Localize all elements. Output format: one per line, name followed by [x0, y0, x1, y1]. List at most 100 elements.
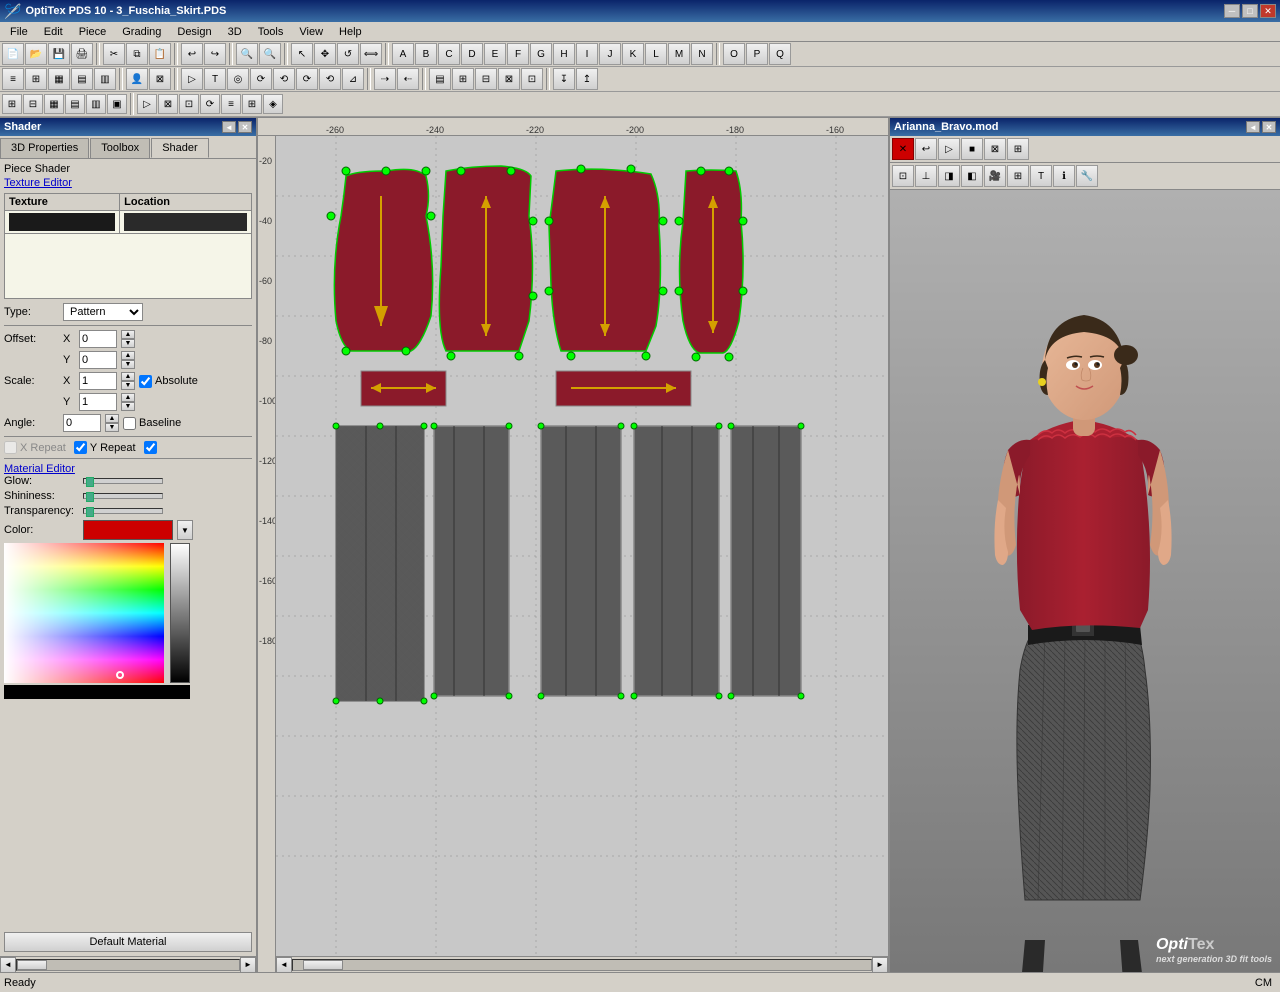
tab-3d-properties[interactable]: 3D Properties — [0, 138, 89, 158]
menu-grading[interactable]: Grading — [114, 24, 169, 40]
3d-tb-a[interactable]: ⊡ — [892, 165, 914, 187]
tb-btn-l[interactable]: L — [645, 43, 667, 65]
angle-input[interactable] — [63, 414, 101, 432]
tb2-11[interactable]: ⟳ — [250, 68, 272, 90]
3d-tb-play[interactable]: ▷ — [938, 138, 960, 160]
3d-tb-g[interactable]: T — [1030, 165, 1052, 187]
color-picker[interactable] — [4, 543, 190, 683]
tb3-5[interactable]: ▥ — [86, 94, 106, 114]
menu-file[interactable]: File — [2, 24, 36, 40]
tb-btn-d[interactable]: D — [461, 43, 483, 65]
tb3-13[interactable]: ◈ — [263, 94, 283, 114]
tb3-11[interactable]: ≡ — [221, 94, 241, 114]
tb-btn-n[interactable]: N — [691, 43, 713, 65]
tb-move[interactable]: ✥ — [314, 43, 336, 65]
tb3-7[interactable]: ▷ — [137, 94, 157, 114]
skirt-front-left[interactable] — [333, 423, 427, 704]
tb-paste[interactable]: 📋 — [149, 43, 171, 65]
tb-save[interactable]: 💾 — [48, 43, 70, 65]
angle-down[interactable]: ▼ — [105, 423, 119, 432]
tb-new[interactable]: 📄 — [2, 43, 24, 65]
menu-piece[interactable]: Piece — [71, 24, 115, 40]
tb2-23[interactable]: ↧ — [553, 68, 575, 90]
tb2-18[interactable]: ▤ — [429, 68, 451, 90]
scale-x-down[interactable]: ▼ — [121, 381, 135, 390]
minimize-btn[interactable]: ─ — [1224, 4, 1240, 18]
tb3-3[interactable]: ▦ — [44, 94, 64, 114]
3d-tb-i[interactable]: 🔧 — [1076, 165, 1098, 187]
scroll-left-btn[interactable]: ◄ — [0, 957, 16, 973]
tb2-13[interactable]: ⟳ — [296, 68, 318, 90]
texture-editor-link[interactable]: Texture Editor — [4, 177, 252, 189]
type-select[interactable]: Pattern Solid — [63, 303, 143, 321]
tb-btn-e[interactable]: E — [484, 43, 506, 65]
scroll-right-btn[interactable]: ► — [240, 957, 256, 973]
tb-rotate[interactable]: ↺ — [337, 43, 359, 65]
tb2-8[interactable]: ▷ — [181, 68, 203, 90]
color-swatch[interactable] — [83, 520, 173, 540]
default-material-btn[interactable]: Default Material — [4, 932, 252, 952]
color-brightness-bar[interactable] — [170, 543, 190, 683]
tb-btn-a[interactable]: A — [392, 43, 414, 65]
tb3-10[interactable]: ⟳ — [200, 94, 220, 114]
tb-btn-j[interactable]: J — [599, 43, 621, 65]
offset-x-up[interactable]: ▲ — [121, 330, 135, 339]
tb2-4[interactable]: ▤ — [71, 68, 93, 90]
tb2-12[interactable]: ⟲ — [273, 68, 295, 90]
offset-y-input[interactable] — [79, 351, 117, 369]
tb-zoom-out[interactable]: 🔍 — [259, 43, 281, 65]
tb-copy[interactable]: ⧉ — [126, 43, 148, 65]
tb-cut[interactable]: ✂ — [103, 43, 125, 65]
skirt-back-right[interactable] — [728, 423, 804, 699]
tb-open[interactable]: 📂 — [25, 43, 47, 65]
menu-edit[interactable]: Edit — [36, 24, 71, 40]
offset-y-down[interactable]: ▼ — [121, 360, 135, 369]
scale-x-up[interactable]: ▲ — [121, 372, 135, 381]
offset-x-down[interactable]: ▼ — [121, 339, 135, 348]
tb3-1[interactable]: ⊞ — [2, 94, 22, 114]
tab-shader[interactable]: Shader — [151, 138, 208, 158]
3d-pin-btn[interactable]: ◄ — [1246, 121, 1260, 133]
material-editor-link[interactable]: Material Editor — [4, 463, 75, 475]
tb3-8[interactable]: ⊠ — [158, 94, 178, 114]
tb3-12[interactable]: ⊞ — [242, 94, 262, 114]
shininess-slider[interactable] — [83, 493, 163, 499]
tb2-19[interactable]: ⊞ — [452, 68, 474, 90]
skirt-back-left[interactable] — [631, 423, 722, 699]
bodice-back[interactable] — [545, 165, 667, 360]
3d-tb-d[interactable]: ◧ — [961, 165, 983, 187]
skirt-back-center[interactable] — [538, 423, 624, 699]
menu-help[interactable]: Help — [331, 24, 370, 40]
glow-slider[interactable] — [83, 478, 163, 484]
menu-3d[interactable]: 3D — [220, 24, 250, 40]
tb-zoom-in[interactable]: 🔍 — [236, 43, 258, 65]
3d-tb-b[interactable]: ⊥ — [915, 165, 937, 187]
skirt-front-center[interactable] — [431, 423, 512, 699]
scale-y-input[interactable] — [79, 393, 117, 411]
angle-up[interactable]: ▲ — [105, 414, 119, 423]
scale-y-down[interactable]: ▼ — [121, 402, 135, 411]
baseline-label[interactable]: Baseline — [123, 417, 181, 430]
tb-mirror[interactable]: ⟺ — [360, 43, 382, 65]
scale-x-input[interactable] — [79, 372, 117, 390]
3d-canvas[interactable]: OptiTex next generation 3D fit tools — [890, 190, 1280, 972]
band-left[interactable] — [361, 371, 446, 406]
y-repeat-checkbox2[interactable] — [144, 441, 157, 454]
tb2-16[interactable]: ⇢ — [374, 68, 396, 90]
y-repeat-checkbox[interactable] — [74, 441, 87, 454]
color-dropdown-btn[interactable]: ▼ — [177, 520, 193, 540]
tb2-7[interactable]: ⊠ — [149, 68, 171, 90]
scale-y-up[interactable]: ▲ — [121, 393, 135, 402]
tb-btn-i[interactable]: I — [576, 43, 598, 65]
tb-btn-q[interactable]: Q — [769, 43, 791, 65]
baseline-checkbox[interactable] — [123, 417, 136, 430]
tb-btn-o[interactable]: O — [723, 43, 745, 65]
tb-btn-c[interactable]: C — [438, 43, 460, 65]
maximize-btn[interactable]: □ — [1242, 4, 1258, 18]
tb3-9[interactable]: ⊡ — [179, 94, 199, 114]
3d-close-btn[interactable]: ✕ — [1262, 121, 1276, 133]
tb3-2[interactable]: ⊟ — [23, 94, 43, 114]
y-repeat-label[interactable]: Y Repeat — [74, 441, 136, 454]
tb2-24[interactable]: ↥ — [576, 68, 598, 90]
tb-btn-h[interactable]: H — [553, 43, 575, 65]
